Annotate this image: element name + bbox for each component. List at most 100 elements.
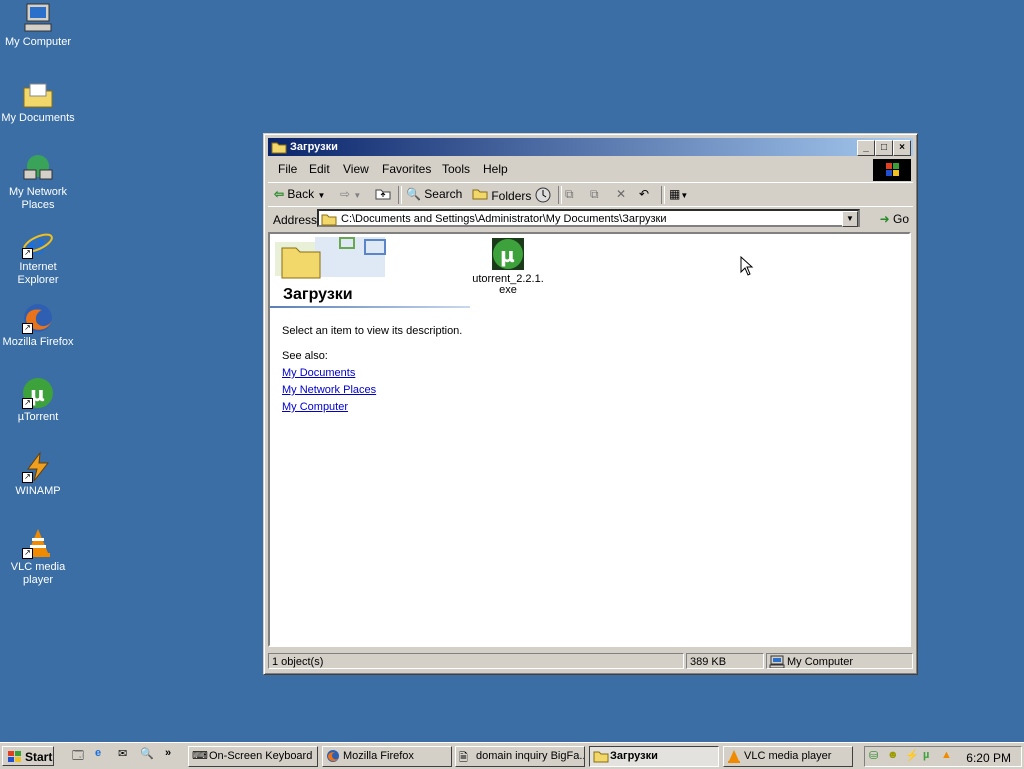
menu-tools[interactable]: Tools — [442, 162, 470, 176]
desktop-icon-firefox[interactable]: ↗ Mozilla Firefox — [0, 302, 76, 349]
search-icon[interactable]: 🔍 — [140, 747, 154, 760]
network-tray-icon[interactable]: ⛁ — [869, 749, 878, 762]
file-item[interactable]: µ utorrent_2.2.1.exe — [470, 238, 546, 296]
internet-explorer-icon[interactable]: e — [95, 747, 101, 759]
desktop-icon-label: My Network Places — [8, 186, 68, 211]
task-vlc[interactable]: VLC media player — [723, 746, 853, 767]
views-button[interactable]: ▦▼ — [669, 187, 688, 201]
copy-to-button[interactable]: ⧉ — [590, 187, 599, 202]
desktop-icon-label: My Computer — [4, 36, 72, 48]
see-also-label: See also: — [282, 350, 328, 362]
winamp-tray-icon[interactable]: ⚡ — [905, 749, 919, 762]
messenger-tray-icon[interactable]: ☻ — [887, 749, 899, 761]
desktop-icon-label: My Documents — [1, 112, 75, 124]
task-label: On-Screen Keyboard — [209, 750, 313, 762]
search-label: Search — [424, 187, 463, 201]
go-arrow-icon: ➜ — [879, 212, 890, 226]
my-documents-icon — [22, 78, 54, 110]
desktop-icon-utorrent[interactable]: µ ↗ µTorrent — [0, 377, 76, 424]
task-zagruzki[interactable]: Загрузки — [589, 746, 719, 767]
back-arrow-icon: ⇦ — [274, 187, 285, 201]
folder-title: Загрузки — [283, 286, 353, 303]
task-label: Загрузки — [610, 750, 658, 762]
link-my-documents[interactable]: My Documents — [282, 367, 355, 379]
start-label: Start — [25, 750, 53, 764]
search-icon: 🔍 — [406, 187, 421, 201]
desktop-icon-label: µTorrent — [17, 411, 59, 423]
more-chevron-icon[interactable]: » — [165, 747, 171, 759]
folders-button[interactable]: Folders — [472, 187, 531, 203]
menu-favorites[interactable]: Favorites — [382, 162, 431, 176]
delete-button[interactable]: ✕ — [616, 187, 626, 201]
explorer-window: Загрузки _ □ × File Edit View Favorites … — [263, 133, 918, 675]
task-domain-inquiry[interactable]: 🗎 domain inquiry BigFa... — [455, 746, 585, 767]
folder-content[interactable]: Загрузки Select an item to view its desc… — [268, 232, 911, 647]
history-button[interactable] — [535, 187, 551, 206]
desktop-icon-my-documents[interactable]: My Documents — [0, 78, 76, 125]
move-to-button[interactable]: ⧉ — [565, 187, 574, 202]
clock: 6:20 PM — [966, 751, 1011, 765]
minimize-button[interactable]: _ — [857, 140, 875, 156]
link-my-network-places[interactable]: My Network Places — [282, 384, 376, 396]
up-folder-icon — [375, 189, 391, 200]
views-icon: ▦ — [669, 187, 681, 201]
desktop-icon-label: VLC media player — [10, 561, 66, 586]
taskbar: Start 🗔 e ✉ 🔍 » ⌨ On-Screen Keyboard Moz… — [0, 742, 1024, 769]
document-icon: 🗎 — [459, 752, 468, 764]
task-mozilla-firefox[interactable]: Mozilla Firefox — [322, 746, 452, 767]
close-button[interactable]: × — [893, 140, 911, 156]
desktop-icon-my-computer[interactable]: My Computer — [0, 2, 76, 49]
back-button[interactable]: ⇦ Back ▼ — [274, 187, 325, 201]
task-label: domain inquiry BigFa... — [476, 750, 585, 762]
up-folder-button[interactable] — [375, 187, 391, 203]
forward-button[interactable]: ⇨ ▼ — [340, 187, 361, 201]
desktop-icon-winamp[interactable]: ↗ WINAMP — [0, 451, 76, 498]
vlc-tray-icon[interactable]: ▲ — [941, 749, 952, 761]
menu-bar: File Edit View Favorites Tools Help — [268, 158, 913, 181]
desktop-icon-internet-explorer[interactable]: e ↗ Internet Explorer — [0, 227, 76, 287]
status-size: 389 KB — [686, 653, 764, 669]
task-on-screen-keyboard[interactable]: ⌨ On-Screen Keyboard — [188, 746, 318, 767]
link-my-computer[interactable]: My Computer — [282, 401, 348, 413]
start-button[interactable]: Start — [2, 746, 54, 766]
maximize-button[interactable]: □ — [875, 140, 893, 156]
history-icon — [535, 187, 551, 203]
file-name: utorrent_2.2.1.exe — [472, 273, 544, 296]
mouse-cursor-icon — [740, 256, 754, 276]
menu-edit[interactable]: Edit — [309, 162, 330, 176]
toolbar-separator — [661, 186, 665, 204]
system-tray: ⛁ ☻ ⚡ µ ▲ 6:20 PM — [864, 746, 1022, 767]
toolbar-separator — [558, 186, 562, 204]
address-bar: Address C:\Documents and Settings\Admini… — [268, 206, 913, 231]
web-view-pane: Загрузки Select an item to view its desc… — [270, 234, 470, 645]
folder-icon — [593, 751, 609, 763]
desktop-icon-label: Internet Explorer — [17, 261, 59, 286]
search-button[interactable]: 🔍 Search — [406, 187, 462, 201]
chevron-down-icon: ▼ — [317, 191, 326, 200]
address-label: Address — [273, 213, 318, 227]
title-bar[interactable]: Загрузки _ □ × — [268, 138, 913, 156]
address-value: C:\Documents and Settings\Administrator\… — [341, 213, 667, 225]
menu-help[interactable]: Help — [483, 162, 508, 176]
status-zone: My Computer — [766, 653, 913, 669]
folder-icon — [321, 214, 337, 226]
menu-view[interactable]: View — [343, 162, 369, 176]
menu-file[interactable]: File — [278, 162, 297, 176]
go-label: Go — [892, 212, 909, 226]
utorrent-icon: µ ↗ — [22, 377, 54, 409]
utorrent-icon: µ — [492, 238, 524, 270]
folders-icon — [472, 189, 488, 200]
undo-button[interactable]: ↶ — [639, 187, 649, 201]
utorrent-tray-icon[interactable]: µ — [923, 749, 929, 761]
toolbar: ⇦ Back ▼ ⇨ ▼ 🔍 Search Folders ⧉ ⧉ ✕ ↶ ▦▼ — [268, 182, 913, 205]
chevron-down-icon: ▼ — [680, 191, 689, 200]
outlook-express-icon[interactable]: ✉ — [118, 747, 127, 760]
address-dropdown-button[interactable]: ▼ — [842, 211, 858, 227]
firefox-icon — [327, 750, 339, 762]
desktop-icon-network-places[interactable]: My Network Places — [0, 152, 76, 212]
address-input[interactable]: C:\Documents and Settings\Administrator\… — [317, 209, 860, 227]
desktop-icon-vlc[interactable]: ↗ VLC media player — [0, 527, 76, 587]
show-desktop-icon[interactable]: 🗔 — [72, 747, 84, 766]
go-button[interactable]: ➜ Go — [880, 212, 909, 226]
network-places-icon — [22, 152, 54, 184]
